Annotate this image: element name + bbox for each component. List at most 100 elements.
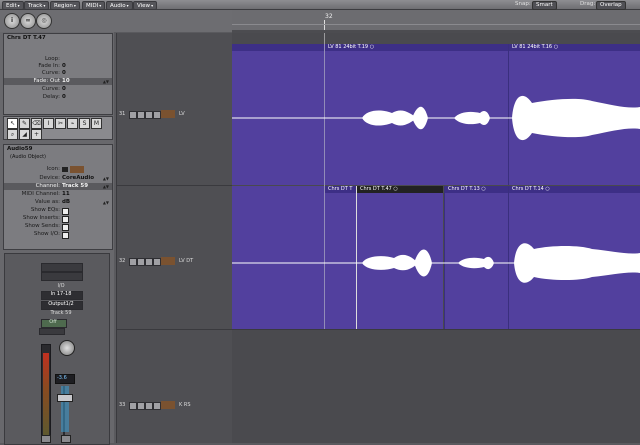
menu-region[interactable]: Region▾ xyxy=(50,1,80,10)
output-slot[interactable]: Output1/2 xyxy=(41,301,81,308)
bar-ruler[interactable]: 32 xyxy=(232,10,640,31)
track-record-button[interactable] xyxy=(145,111,153,119)
pointer-tool-icon[interactable]: ↖ xyxy=(7,118,18,129)
link-icon[interactable]: ∞ xyxy=(20,13,36,29)
loop-icon: ○ xyxy=(481,186,486,192)
snap-select[interactable]: Smart xyxy=(532,1,557,10)
track-solo-button[interactable] xyxy=(137,258,145,266)
region-header-selected: Chrs DT T.47 ○ xyxy=(357,186,443,193)
automation-mode-button[interactable]: Off xyxy=(41,319,65,326)
region-header: Chrs DT T.13 ○ xyxy=(445,186,509,193)
scissors-tool-icon[interactable]: ✂ xyxy=(55,118,66,129)
region-param-fade-out[interactable]: Fade: Out 10 ▲▼ xyxy=(4,78,112,85)
glue-tool-icon[interactable]: ⌁ xyxy=(67,118,78,129)
ruler-marker-label: 32 xyxy=(325,13,333,20)
track-param-show-inserts[interactable]: Show Inserts: xyxy=(4,215,112,223)
stepper-icon: ▲▼ xyxy=(102,184,109,189)
track-number: 33 xyxy=(119,402,126,408)
tool-panel: ↖ ✎ ⌫ I ✂ ⌁ S M ⌕ ◢ + xyxy=(3,116,113,140)
pencil-tool-icon[interactable]: ✎ xyxy=(19,118,30,129)
checkbox-icon xyxy=(62,216,69,223)
track-freeze-button[interactable] xyxy=(153,258,161,266)
track-name[interactable]: LV xyxy=(179,111,185,117)
catch-icon[interactable]: ◎ xyxy=(36,13,52,29)
menu-edit[interactable]: Edit▾ xyxy=(2,1,24,10)
track-param-show-io[interactable]: Show I/O: xyxy=(4,231,112,239)
pan-knob[interactable] xyxy=(59,340,75,356)
playhead-line[interactable] xyxy=(324,33,325,329)
track-name[interactable]: Audio59 xyxy=(7,146,32,152)
insert-slot-2[interactable] xyxy=(41,272,83,281)
menu-midi[interactable]: MIDI▾ xyxy=(82,1,106,10)
track-header-32[interactable]: 32 LV DT xyxy=(117,186,233,329)
channel-strip: I/O In 17-18 Output1/2 Track 59 Off -3.6 xyxy=(4,253,110,445)
solo-button[interactable] xyxy=(61,435,71,443)
track-number: 31 xyxy=(119,111,126,117)
region-name[interactable]: Chrs DT T.47 xyxy=(7,35,46,41)
track-header-31[interactable]: 31 LV xyxy=(117,33,233,185)
region-param-delay[interactable]: Delay: 0 xyxy=(4,94,112,101)
input-slot[interactable]: In 17-18 xyxy=(41,291,81,298)
meter-fill xyxy=(43,353,49,439)
arrange-area[interactable]: LV 81 24bit T.19 ○ LV 81 24bit T.16 ○ Ch… xyxy=(232,33,640,443)
stepper-icon: ▲▼ xyxy=(102,200,109,205)
track-param-midi-channel[interactable]: MIDI Channel: 11 xyxy=(4,191,112,198)
track-param-channel[interactable]: Channel: Track 59 ▲▼ xyxy=(4,183,112,190)
track-record-button[interactable] xyxy=(145,402,153,410)
text-tool-icon[interactable]: I xyxy=(43,118,54,129)
track-number: 32 xyxy=(119,258,126,264)
track-name[interactable]: LV DT xyxy=(179,258,193,264)
fader-level xyxy=(61,386,69,432)
insert-slot-1[interactable] xyxy=(41,263,83,272)
mute-button[interactable] xyxy=(41,435,51,443)
region-header: Chrs DT T.14 ○ xyxy=(509,186,640,193)
track-name[interactable]: K RS xyxy=(179,402,191,408)
track-list: 31 LV 32 LV DT 33 K RS xyxy=(116,33,233,443)
track-object-type: (Audio Object) xyxy=(10,154,46,160)
track-param-show-eqs[interactable]: Show EQs: xyxy=(4,207,112,215)
region-header: LV 81 24bit T.19 ○ xyxy=(325,44,509,51)
fade-tool-icon[interactable]: ◢ xyxy=(19,129,30,140)
volume-readout: -3.6 xyxy=(57,375,67,381)
track-freeze-button[interactable] xyxy=(153,111,161,119)
menu-audio[interactable]: Audio▾ xyxy=(106,1,133,10)
track-param-device[interactable]: Device: CoreAudio ▲▼ xyxy=(4,175,112,182)
solo-tool-icon[interactable]: S xyxy=(79,118,90,129)
zoom-tool-icon[interactable]: ⌕ xyxy=(7,129,18,140)
track-mute-button[interactable] xyxy=(129,258,137,266)
region-header: LV 81 24bit T.16 ○ xyxy=(509,44,640,51)
track-solo-button[interactable] xyxy=(137,402,145,410)
track-freeze-button[interactable] xyxy=(153,402,161,410)
loop-icon: ○ xyxy=(553,44,559,50)
eraser-tool-icon[interactable]: ⌫ xyxy=(31,118,42,129)
crosshair-tool-icon[interactable]: + xyxy=(31,129,42,140)
track-parameter-box: Audio59 (Audio Object) Icon: Device: Core… xyxy=(3,144,113,250)
group-slot[interactable] xyxy=(39,328,65,335)
region-parameter-box: Chrs DT T.47 Loop: Fade In: 0 Curve: 0 Fad… xyxy=(3,33,113,115)
track-mute-button[interactable] xyxy=(129,402,137,410)
track-param-icon[interactable]: Icon: xyxy=(4,166,112,173)
region-param-curve[interactable]: Curve: 0 xyxy=(4,70,112,77)
region-param-curve-2[interactable]: Curve: 0 xyxy=(4,86,112,93)
drag-select[interactable]: Overlap xyxy=(596,1,626,10)
inspector-toggle-icon[interactable]: ⅰ xyxy=(4,13,20,29)
mute-tool-icon[interactable]: M xyxy=(91,118,102,129)
region-param-fade-in[interactable]: Fade In: 0 xyxy=(4,63,112,70)
track-icon xyxy=(161,257,175,265)
snap-label: Snap: xyxy=(515,1,531,7)
region-header xyxy=(232,44,324,51)
track-param-show-sends[interactable]: Show Sends: xyxy=(4,223,112,231)
menu-track[interactable]: Track▾ xyxy=(24,1,50,10)
stepper-icon: ▲▼ xyxy=(102,79,109,84)
volume-fader[interactable] xyxy=(57,394,73,402)
checkbox-icon xyxy=(62,208,69,215)
track-param-value-as[interactable]: Value as: dB ▲▼ xyxy=(4,199,112,206)
track-icon-preview xyxy=(62,167,68,172)
track-header-33[interactable]: 33 K RS xyxy=(117,330,233,443)
track-solo-button[interactable] xyxy=(137,111,145,119)
waveform-track32 xyxy=(232,243,640,283)
menu-view[interactable]: View▾ xyxy=(133,1,158,10)
track-record-button[interactable] xyxy=(145,258,153,266)
region-param-loop[interactable]: Loop: xyxy=(4,56,112,63)
track-mute-button[interactable] xyxy=(129,111,137,119)
